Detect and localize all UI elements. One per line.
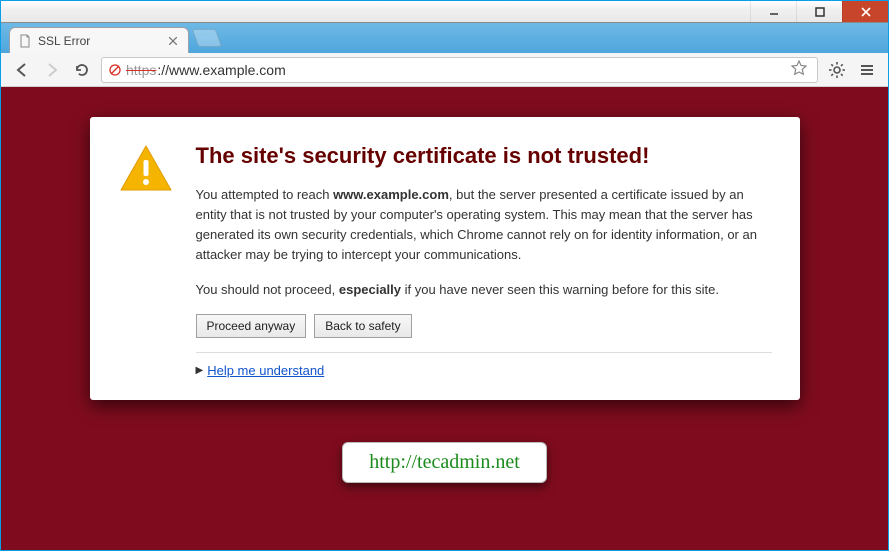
close-icon: [861, 7, 871, 17]
file-icon: [18, 34, 32, 48]
warning-heading: The site's security certificate is not t…: [196, 143, 772, 169]
help-me-understand-link[interactable]: Help me understand: [207, 363, 324, 378]
url-text: ://www.example.com: [157, 62, 285, 78]
window-minimize-button[interactable]: [750, 1, 796, 22]
window-close-button[interactable]: [842, 1, 888, 22]
warning-paragraph-2: You should not proceed, especially if yo…: [196, 280, 772, 300]
insecure-icon: [108, 63, 122, 77]
window-maximize-button[interactable]: [796, 1, 842, 22]
tab-close-button[interactable]: [166, 34, 180, 48]
hamburger-icon: [859, 62, 875, 78]
warning-button-row: Proceed anyway Back to safety: [196, 314, 772, 338]
forward-button[interactable]: [41, 59, 63, 81]
back-button[interactable]: [11, 59, 33, 81]
window-titlebar: [1, 1, 888, 23]
star-icon: [791, 60, 807, 76]
gear-icon: [828, 61, 846, 79]
close-icon: [169, 37, 177, 45]
menu-button[interactable]: [856, 59, 878, 81]
maximize-icon: [815, 7, 825, 17]
address-bar[interactable]: https ://www.example.com: [101, 57, 818, 83]
watermark-badge: http://tecadmin.net: [342, 442, 547, 483]
reload-icon: [74, 62, 90, 78]
help-row: ▶ Help me understand: [196, 363, 772, 378]
proceed-anyway-button[interactable]: Proceed anyway: [196, 314, 307, 338]
bookmark-button[interactable]: [787, 60, 811, 79]
reload-button[interactable]: [71, 59, 93, 81]
tab-title: SSL Error: [38, 34, 90, 48]
divider: [196, 352, 772, 353]
watermark-text: http://tecadmin.net: [369, 451, 520, 473]
ssl-warning-card: The site's security certificate is not t…: [90, 117, 800, 400]
arrow-left-icon: [13, 61, 31, 79]
ssl-warning-body: The site's security certificate is not t…: [196, 143, 772, 378]
warning-icon-container: [118, 143, 174, 378]
warning-paragraph-1: You attempted to reach www.example.com, …: [196, 185, 772, 266]
disclosure-triangle-icon[interactable]: ▶: [196, 365, 204, 376]
arrow-right-icon: [43, 61, 61, 79]
tab-active[interactable]: SSL Error: [9, 27, 189, 53]
warning-hostname: www.example.com: [333, 187, 449, 202]
new-tab-button[interactable]: [192, 29, 223, 47]
page-viewport: The site's security certificate is not t…: [1, 87, 888, 550]
settings-button[interactable]: [826, 59, 848, 81]
browser-toolbar: https ://www.example.com: [1, 53, 888, 87]
back-to-safety-button[interactable]: Back to safety: [314, 314, 411, 338]
tab-strip: SSL Error: [1, 23, 888, 53]
warning-triangle-icon: [118, 143, 174, 195]
url-protocol-insecure: https: [126, 62, 156, 78]
minimize-icon: [769, 7, 779, 17]
window-controls: [750, 1, 888, 22]
